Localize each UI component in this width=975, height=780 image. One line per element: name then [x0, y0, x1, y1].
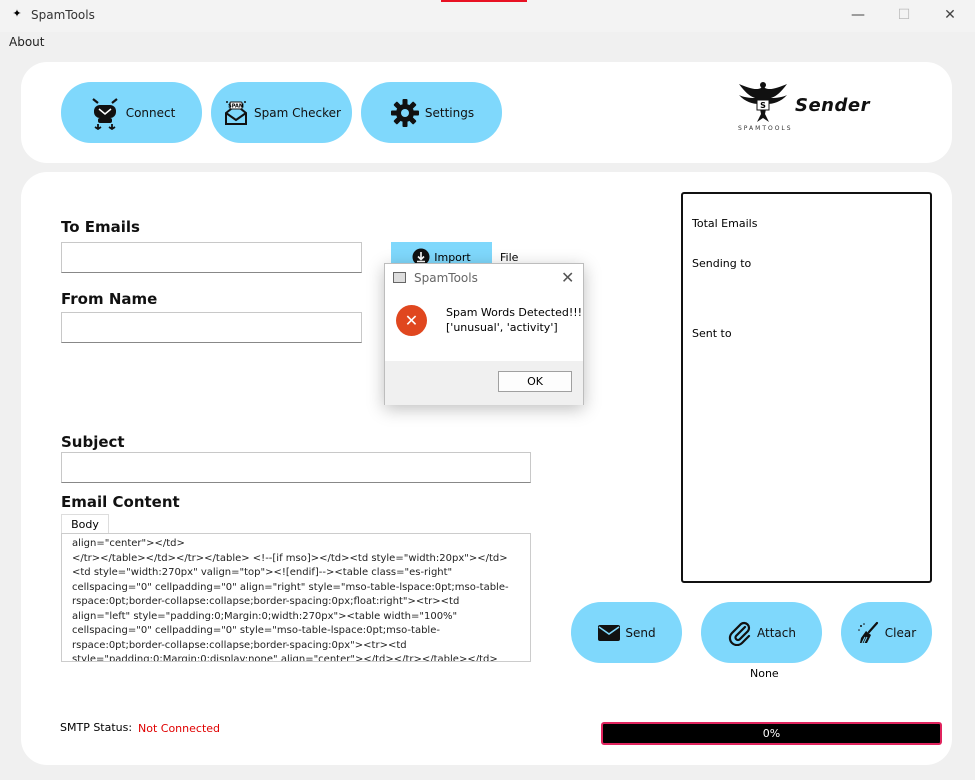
attach-button[interactable]: Attach [701, 602, 822, 663]
maximize-button[interactable]: ☐ [881, 0, 927, 32]
title-accent [441, 0, 527, 2]
subject-input[interactable] [61, 452, 531, 483]
settings-button[interactable]: Settings [361, 82, 502, 143]
progress-text: 0% [762, 727, 781, 740]
sent-to-label: Sent to [692, 327, 732, 340]
spam-envelope-icon: SPAM [225, 100, 248, 125]
connect-label: Connect [125, 105, 176, 120]
smtp-status-label: SMTP Status: [60, 721, 133, 734]
paperclip-icon [728, 621, 751, 646]
spam-checker-label: Spam Checker [254, 105, 341, 120]
envelope-icon [598, 624, 621, 641]
import-label: Import [434, 250, 471, 264]
dialog-footer: OK [385, 361, 583, 405]
to-emails-input[interactable] [61, 242, 362, 273]
dialog-title-bar: SpamTools ✕ [385, 264, 583, 293]
sending-to-label: Sending to [692, 257, 752, 270]
svg-text:SPAM: SPAM [228, 103, 244, 109]
svg-text:S: S [760, 101, 766, 110]
dialog-message-line1: Spam Words Detected!!! [446, 306, 583, 319]
send-button[interactable]: Send [571, 602, 682, 663]
clear-button[interactable]: Clear [841, 602, 932, 663]
error-icon: ✕ [396, 305, 427, 336]
clear-label: Clear [884, 625, 917, 640]
gear-icon [390, 98, 419, 127]
progress-bar: 0% [601, 722, 942, 745]
phoenix-logo-icon: S [739, 82, 787, 122]
menu-bar: About [0, 32, 975, 52]
close-button[interactable]: ✕ [927, 0, 973, 32]
title-bar: ✦ SpamTools — ☐ ✕ [0, 0, 975, 32]
dialog-title: SpamTools [414, 271, 478, 285]
from-name-label: From Name [61, 290, 158, 308]
smtp-status-value: Not Connected [138, 722, 221, 735]
tab-body[interactable]: Body [61, 514, 109, 534]
to-emails-label: To Emails [61, 218, 140, 236]
connect-button[interactable]: Connect [61, 82, 202, 143]
from-name-input[interactable] [61, 312, 362, 343]
email-content-label: Email Content [61, 493, 180, 511]
app-icon: ✦ [12, 7, 22, 20]
minimize-button[interactable]: — [835, 0, 881, 32]
dialog-message-line2: ['unusual', 'activity'] [446, 321, 558, 334]
connect-icon [92, 97, 118, 130]
dialog-app-icon [393, 272, 406, 283]
ok-button[interactable]: OK [498, 371, 572, 392]
subject-label: Subject [61, 433, 125, 451]
spam-checker-button[interactable]: SPAM Spam Checker [211, 82, 352, 143]
window-title: SpamTools [31, 8, 95, 22]
logo-subtitle: SPAMTOOLS [738, 125, 793, 132]
spam-alert-dialog: SpamTools ✕ ✕ Spam Words Detected!!! ['u… [384, 263, 584, 405]
dialog-message: Spam Words Detected!!! ['unusual', 'acti… [446, 305, 582, 335]
status-panel: Total Emails Sending to Sent to [681, 192, 932, 583]
dialog-close-button[interactable]: ✕ [561, 268, 574, 287]
logo-wordmark: Sender [795, 95, 870, 116]
email-body-editor[interactable]: align="center"></td> </tr></table></td><… [61, 533, 531, 662]
email-body-text: align="center"></td> </tr></table></td><… [72, 538, 509, 662]
send-label: Send [625, 625, 656, 640]
total-emails-label: Total Emails [692, 217, 758, 230]
settings-label: Settings [424, 105, 475, 120]
attach-label: Attach [757, 625, 796, 640]
broom-icon [857, 621, 878, 643]
sender-logo: S Sender SPAMTOOLS [735, 80, 895, 136]
attachment-status: None [750, 667, 779, 680]
menu-about[interactable]: About [9, 35, 44, 49]
